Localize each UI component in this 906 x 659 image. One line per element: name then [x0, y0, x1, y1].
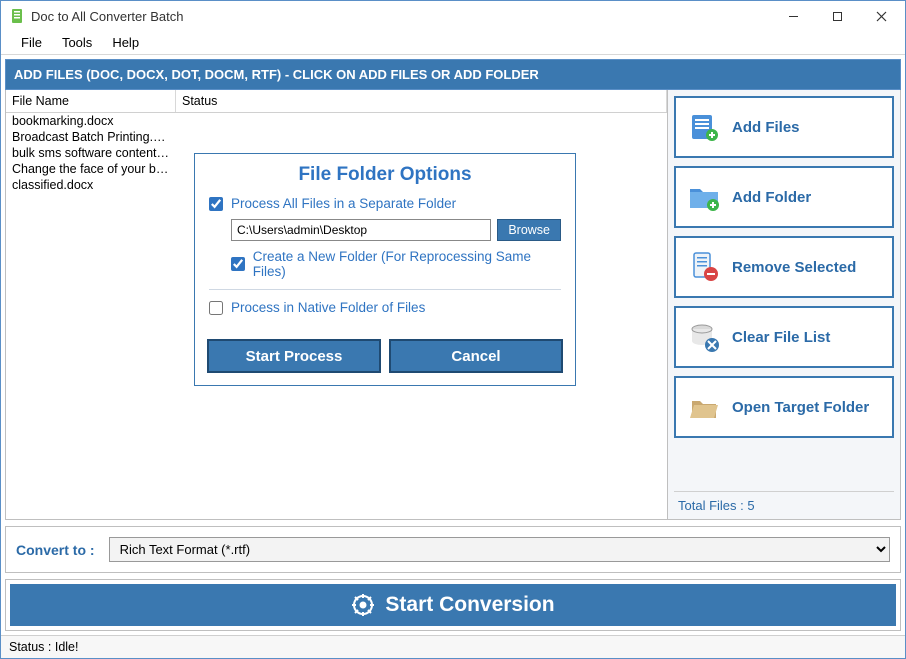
window-title: Doc to All Converter Batch [31, 9, 771, 24]
process-all-checkbox-row[interactable]: Process All Files in a Separate Folder [209, 192, 561, 215]
menu-file[interactable]: File [11, 32, 52, 53]
create-new-folder-label: Create a New Folder (For Reprocessing Sa… [253, 249, 561, 279]
maximize-button[interactable] [815, 2, 859, 30]
clear-file-list-icon [686, 319, 722, 355]
create-new-folder-row[interactable]: Create a New Folder (For Reprocessing Sa… [231, 245, 561, 283]
process-native-checkbox[interactable] [209, 301, 223, 315]
add-folder-label: Add Folder [732, 189, 811, 206]
titlebar: Doc to All Converter Batch [1, 1, 905, 31]
add-files-icon [686, 109, 722, 145]
clear-file-list-button[interactable]: Clear File List [674, 306, 894, 368]
gear-icon [351, 593, 375, 617]
side-panel: Add Files Add Folder Remove Selected Cle… [668, 90, 900, 519]
dialog-title: File Folder Options [195, 154, 575, 192]
statusbar: Status : Idle! [1, 635, 905, 658]
start-process-button[interactable]: Start Process [207, 339, 381, 373]
app-icon [9, 8, 25, 24]
remove-selected-button[interactable]: Remove Selected [674, 236, 894, 298]
add-files-button[interactable]: Add Files [674, 96, 894, 158]
clear-file-list-label: Clear File List [732, 329, 830, 346]
browse-button[interactable]: Browse [497, 219, 561, 241]
column-filename[interactable]: File Name [6, 90, 176, 112]
start-conversion-label: Start Conversion [385, 593, 554, 617]
cancel-button[interactable]: Cancel [389, 339, 563, 373]
file-table-header: File Name Status [6, 90, 667, 113]
process-native-row[interactable]: Process in Native Folder of Files [209, 296, 561, 319]
remove-selected-icon [686, 249, 722, 285]
column-status[interactable]: Status [176, 90, 667, 112]
add-folder-button[interactable]: Add Folder [674, 166, 894, 228]
folder-path-input[interactable] [231, 219, 491, 241]
table-row[interactable]: bookmarking.docx [6, 113, 667, 129]
open-target-folder-icon [686, 389, 722, 425]
start-conversion-button[interactable]: Start Conversion [10, 584, 896, 626]
minimize-button[interactable] [771, 2, 815, 30]
convert-to-label: Convert to : [16, 542, 95, 558]
close-button[interactable] [859, 2, 903, 30]
file-folder-options-dialog: File Folder Options Process All Files in… [194, 153, 576, 386]
remove-selected-label: Remove Selected [732, 259, 856, 276]
convert-row: Convert to : Rich Text Format (*.rtf) [5, 526, 901, 573]
add-folder-icon [686, 179, 722, 215]
banner: ADD FILES (DOC, DOCX, DOT, DOCM, RTF) - … [5, 59, 901, 90]
add-files-label: Add Files [732, 119, 800, 136]
table-row[interactable]: Broadcast Batch Printing.d... [6, 129, 667, 145]
total-files: Total Files : 5 [674, 491, 894, 515]
convert-to-select[interactable]: Rich Text Format (*.rtf) [109, 537, 890, 562]
process-all-checkbox[interactable] [209, 197, 223, 211]
process-all-label: Process All Files in a Separate Folder [231, 196, 456, 211]
file-table: File Name Status bookmarking.docx Broadc… [6, 90, 668, 519]
menu-help[interactable]: Help [102, 32, 149, 53]
open-target-folder-label: Open Target Folder [732, 399, 869, 416]
open-target-folder-button[interactable]: Open Target Folder [674, 376, 894, 438]
process-native-label: Process in Native Folder of Files [231, 300, 425, 315]
create-new-folder-checkbox[interactable] [231, 257, 245, 271]
menubar: File Tools Help [1, 31, 905, 55]
window-buttons [771, 2, 903, 30]
menu-tools[interactable]: Tools [52, 32, 102, 53]
